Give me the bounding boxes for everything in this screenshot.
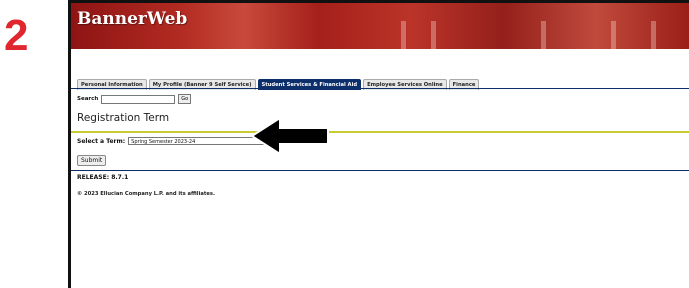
release-info: RELEASE: 8.7.1: [77, 174, 129, 181]
go-button[interactable]: Go: [178, 94, 192, 104]
search-input[interactable]: [101, 94, 176, 104]
nav-divider: [71, 88, 689, 89]
term-label: Select a Term:: [77, 137, 126, 145]
submit-button[interactable]: Submit: [77, 155, 107, 166]
search-bar: Search Go: [77, 94, 192, 104]
title-divider: [71, 131, 689, 133]
banner-title: BannerWeb: [77, 9, 188, 29]
copyright-text: © 2023 Ellucian Company L.P. and its aff…: [77, 191, 215, 197]
search-label: Search: [77, 96, 99, 102]
footer-divider: [71, 170, 689, 171]
browser-frame: BannerWeb Personal Information My Profil…: [68, 0, 689, 288]
term-selected-value: Spring Semester 2023-24: [131, 139, 196, 145]
page-title: Registration Term: [77, 112, 170, 124]
left-pointing-arrow-icon: [250, 116, 329, 156]
banner-header: BannerWeb: [71, 3, 689, 49]
step-number: 2: [4, 11, 29, 60]
